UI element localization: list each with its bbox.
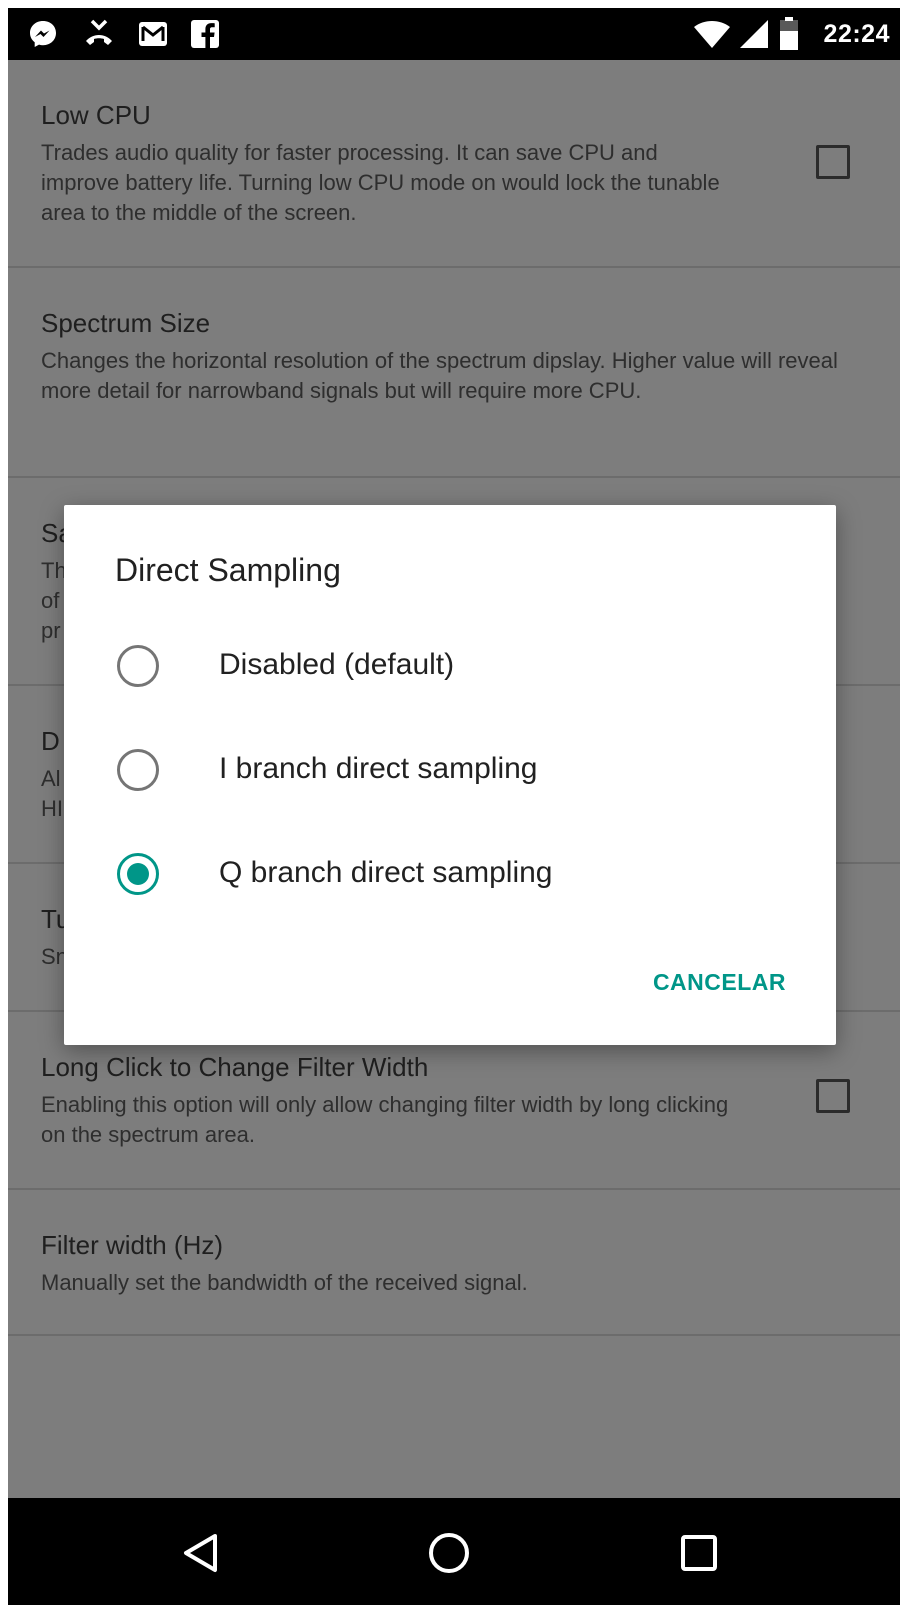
pref-summary-line: HI <box>41 796 63 821</box>
wifi-icon <box>692 18 732 50</box>
long-click-checkbox[interactable] <box>816 1079 850 1113</box>
recents-icon[interactable] <box>674 1528 724 1578</box>
pref-low-cpu[interactable]: Low CPU Trades audio quality for faster … <box>8 60 900 268</box>
direct-sampling-dialog: Direct Sampling Disabled (default) I bra… <box>64 505 836 1045</box>
radio-selected-dot <box>127 863 149 885</box>
option-label: I branch direct sampling <box>219 752 538 785</box>
pref-summary-line: of <box>41 588 60 613</box>
status-bar: 22:24 <box>8 8 900 60</box>
pref-summary: Changes the horizontal resolution of the… <box>41 348 838 403</box>
missed-call-icon <box>82 18 116 50</box>
messenger-icon <box>26 18 60 50</box>
gmail-icon <box>136 18 170 50</box>
cancel-button[interactable]: CANCELAR <box>653 969 786 996</box>
option-disabled[interactable]: Disabled (default) <box>64 620 836 710</box>
cell-signal-icon <box>736 18 772 50</box>
pref-summary: Manually set the bandwidth of the receiv… <box>41 1270 528 1295</box>
pref-summary: Trades audio quality for faster processi… <box>41 140 720 225</box>
pref-spectrum-size[interactable]: Spectrum Size Changes the horizontal res… <box>8 268 900 478</box>
option-label: Disabled (default) <box>219 648 455 681</box>
radio-q-branch[interactable] <box>117 853 159 895</box>
pref-title: Low CPU <box>41 100 151 130</box>
pref-summary-line: Al <box>41 766 61 791</box>
radio-disabled[interactable] <box>117 645 159 687</box>
option-q-branch[interactable]: Q branch direct sampling <box>64 828 836 918</box>
pref-title: Long Click to Change Filter Width <box>41 1052 429 1082</box>
option-label: Q branch direct sampling <box>219 856 553 889</box>
pref-summary-line: pr <box>41 618 61 643</box>
pref-filter-width[interactable]: Filter width (Hz) Manually set the bandw… <box>8 1190 900 1336</box>
screen: 22:24 Low CPU Trades audio quality for f… <box>8 8 900 1605</box>
home-icon[interactable] <box>424 1528 474 1578</box>
low-cpu-checkbox[interactable] <box>816 145 850 179</box>
battery-icon <box>775 17 803 50</box>
pref-title: D <box>41 726 60 756</box>
clock: 22:24 <box>823 20 890 48</box>
option-i-branch[interactable]: I branch direct sampling <box>64 724 836 814</box>
pref-summary-line: Th <box>41 558 67 583</box>
radio-i-branch[interactable] <box>117 749 159 791</box>
dialog-title: Direct Sampling <box>115 552 341 588</box>
pref-title: Spectrum Size <box>41 308 211 338</box>
navigation-bar <box>8 1498 900 1605</box>
back-icon[interactable] <box>176 1528 226 1578</box>
pref-summary: Enabling this option will only allow cha… <box>41 1092 729 1147</box>
pref-title: Filter width (Hz) <box>41 1230 224 1260</box>
facebook-icon <box>188 18 222 50</box>
